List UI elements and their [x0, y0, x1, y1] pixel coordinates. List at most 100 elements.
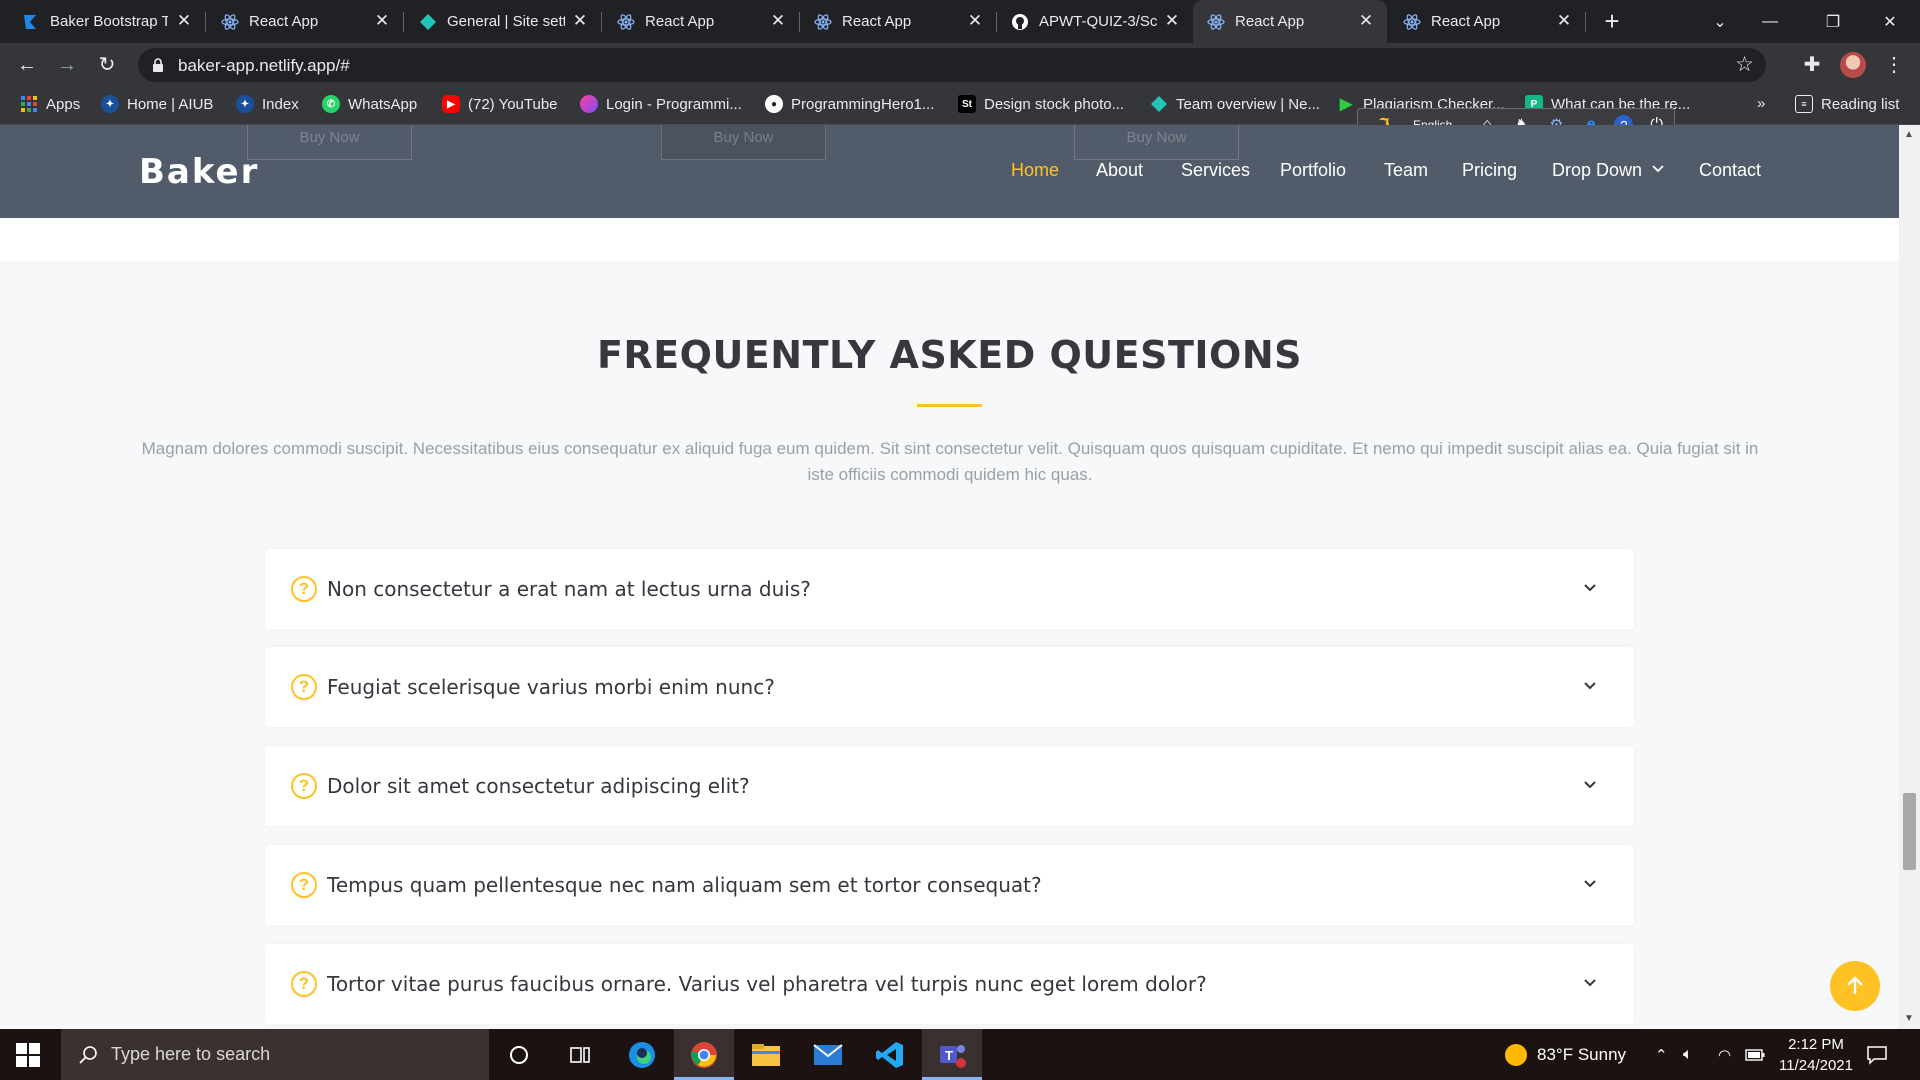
browser-tab[interactable]: React App ✕ — [207, 0, 404, 43]
reading-list-button[interactable]: ≡ Reading list — [1795, 95, 1899, 113]
bookmark-programminghero-github[interactable]: ● ProgrammingHero1... — [765, 95, 934, 113]
nav-about[interactable]: About — [1096, 160, 1143, 181]
faq-item[interactable]: ? Non consectetur a erat nam at lectus u… — [265, 549, 1634, 629]
mail-icon[interactable] — [798, 1029, 858, 1080]
clock-date: 11/24/2021 — [1779, 1057, 1853, 1074]
bookmark-team-overview[interactable]: Team overview | Ne... — [1150, 95, 1320, 113]
network-icon[interactable]: ◠ — [1718, 1029, 1731, 1080]
minimize-icon[interactable]: — — [1740, 0, 1800, 43]
youtube-icon: ▶ — [442, 95, 460, 113]
volume-icon[interactable]: 🔈︎ — [1683, 1029, 1693, 1080]
tab-close-icon[interactable]: ✕ — [966, 12, 984, 30]
windows-start-icon[interactable] — [16, 1043, 40, 1067]
programming-hero-icon — [580, 95, 598, 113]
bookmark-label: Index — [262, 95, 299, 113]
reload-icon[interactable]: ↻ — [93, 51, 121, 79]
tab-title: React App — [249, 13, 319, 30]
nav-pricing[interactable]: Pricing — [1462, 160, 1517, 181]
scroll-up-arrow-icon[interactable]: ▲ — [1904, 129, 1914, 140]
tab-close-icon[interactable]: ✕ — [175, 12, 193, 30]
forward-arrow-icon[interactable]: → — [53, 51, 81, 79]
chrome-browser-icon[interactable] — [674, 1029, 734, 1080]
bookmark-home-aiub[interactable]: ✦ Home | AIUB — [101, 95, 213, 113]
faq-question: Dolor sit amet consectetur adipiscing el… — [327, 774, 750, 798]
faq-item[interactable]: ? Tortor vitae purus faucibus ornare. Va… — [265, 944, 1634, 1024]
nav-portfolio[interactable]: Portfolio — [1280, 160, 1346, 181]
tab-separator — [1585, 12, 1586, 32]
browser-tab[interactable]: React App ✕ — [1389, 0, 1586, 43]
tab-close-icon[interactable]: ✕ — [373, 12, 391, 30]
notifications-icon[interactable] — [1866, 1029, 1888, 1080]
scrollbar-thumb[interactable] — [1903, 793, 1916, 870]
file-explorer-icon[interactable] — [736, 1029, 796, 1080]
question-circle-icon: ? — [291, 773, 317, 799]
bookmark-index[interactable]: ✦ Index — [236, 95, 299, 113]
tab-close-icon[interactable]: ✕ — [571, 12, 589, 30]
faq-item[interactable]: ? Feugiat scelerisque varius morbi enim … — [265, 647, 1634, 727]
faq-item[interactable]: ? Dolor sit amet consectetur adipiscing … — [265, 746, 1634, 826]
address-url: baker-app.netlify.app/# — [178, 56, 350, 75]
show-hidden-icons-chevron[interactable]: ⌃ — [1655, 1029, 1668, 1080]
back-to-top-button[interactable] — [1830, 961, 1880, 1011]
tab-title: Baker Bootstrap T — [50, 13, 168, 30]
browser-tab[interactable]: React App ✕ — [603, 0, 800, 43]
tab-close-icon[interactable]: ✕ — [1357, 12, 1375, 30]
tab-title: General | Site sett — [447, 13, 565, 30]
bookmark-label: » — [1757, 95, 1766, 112]
site-logo[interactable]: Baker — [139, 152, 259, 192]
bookmark-whatsapp[interactable]: ✆ WhatsApp — [322, 95, 417, 113]
github-icon — [1011, 13, 1029, 31]
more-bookmarks-button[interactable]: » — [1757, 95, 1765, 112]
nav-services[interactable]: Services — [1181, 160, 1250, 181]
cortana-icon[interactable] — [489, 1029, 549, 1080]
teams-icon[interactable]: T — [922, 1029, 982, 1080]
address-bar[interactable]: baker-app.netlify.app/# ☆ — [138, 48, 1766, 82]
buy-now-button[interactable]: Buy Now — [247, 125, 412, 160]
netlify-diamond-icon — [1150, 95, 1168, 113]
buy-now-button[interactable]: Buy Now — [661, 125, 826, 160]
buy-now-button[interactable]: Buy Now — [1074, 125, 1239, 160]
faq-item[interactable]: ? Tempus quam pellentesque nec nam aliqu… — [265, 845, 1634, 925]
tab-close-icon[interactable]: ✕ — [1555, 12, 1573, 30]
browser-tab[interactable]: Baker Bootstrap T ✕ — [8, 0, 206, 43]
browser-tab[interactable]: React App ✕ — [800, 0, 997, 43]
browser-tab[interactable]: APWT-QUIZ-3/Sc ✕ — [997, 0, 1193, 43]
new-tab-button[interactable]: + — [1598, 8, 1626, 36]
faq-title: FREQUENTLY ASKED QUESTIONS — [596, 333, 1303, 377]
question-circle-icon: ? — [291, 674, 317, 700]
tab-close-icon[interactable]: ✕ — [1163, 12, 1181, 30]
bookmark-apps[interactable]: Apps — [20, 95, 80, 113]
chevron-down-icon — [1652, 165, 1664, 173]
bookmark-design-stock[interactable]: St Design stock photo... — [958, 95, 1124, 113]
browser-tab[interactable]: General | Site sett ✕ — [405, 0, 602, 43]
tab-title: React App — [645, 13, 715, 30]
task-view-icon[interactable] — [550, 1029, 610, 1080]
tab-separator — [601, 12, 602, 32]
chrome-menu-icon[interactable]: ⋮ — [1880, 51, 1908, 79]
close-window-icon[interactable]: ✕ — [1860, 0, 1920, 43]
weather-widget[interactable]: 83°F Sunny — [1505, 1029, 1626, 1080]
bookmark-star-icon[interactable]: ☆ — [1735, 52, 1754, 77]
scroll-down-arrow-icon[interactable]: ▼ — [1904, 1013, 1914, 1024]
nav-team[interactable]: Team — [1384, 160, 1428, 181]
browser-tab-active[interactable]: React App ✕ — [1193, 0, 1387, 43]
vscode-icon[interactable] — [860, 1029, 920, 1080]
reading-list-icon: ≡ — [1795, 95, 1813, 113]
profile-avatar[interactable] — [1840, 52, 1866, 78]
tab-close-icon[interactable]: ✕ — [769, 12, 787, 30]
bookmark-programming-login[interactable]: Login - Programmi... — [580, 95, 742, 113]
nav-home[interactable]: Home — [1011, 160, 1059, 181]
extensions-puzzle-icon[interactable]: ✚ — [1798, 51, 1826, 79]
nav-dropdown[interactable]: Drop Down — [1552, 160, 1665, 181]
bookmark-youtube[interactable]: ▶ (72) YouTube — [442, 95, 558, 113]
page-scrollbar[interactable]: ▲ ▼ — [1899, 125, 1920, 1029]
taskbar-search-box[interactable]: Type here to search — [61, 1029, 489, 1080]
tab-title: React App — [842, 13, 912, 30]
restore-icon[interactable]: ❐ — [1803, 0, 1863, 43]
nav-contact[interactable]: Contact — [1699, 160, 1761, 181]
bookmark-label: Team overview | Ne... — [1176, 95, 1320, 113]
edge-browser-icon[interactable] — [612, 1029, 672, 1080]
battery-icon[interactable] — [1745, 1029, 1765, 1080]
taskbar-clock[interactable]: 2:12 PM 11/24/2021 — [1768, 1034, 1864, 1076]
back-arrow-icon[interactable]: ← — [13, 51, 41, 79]
